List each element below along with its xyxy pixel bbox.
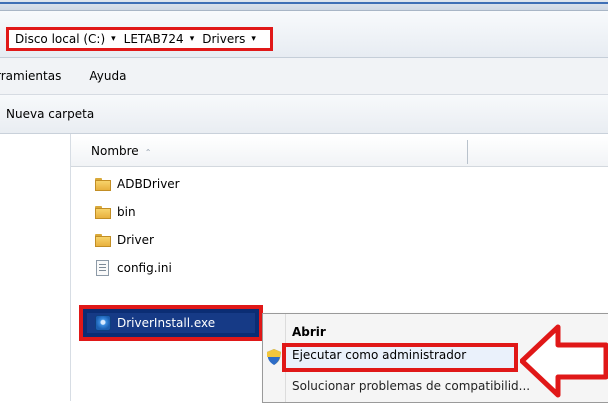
- menu-bar: rramientas Ayuda: [0, 58, 608, 95]
- file-name: DriverInstall.exe: [117, 316, 216, 330]
- menu-item-herramientas[interactable]: rramientas: [0, 69, 61, 83]
- list-item[interactable]: ADBDriver: [95, 170, 395, 198]
- breadcrumb-item-disco-local[interactable]: Disco local (C:) ▾: [15, 32, 116, 46]
- column-divider[interactable]: [467, 140, 468, 164]
- file-name: ADBDriver: [117, 177, 180, 191]
- title-accent-line: [0, 2, 608, 4]
- list-item[interactable]: bin: [95, 198, 395, 226]
- column-header-label: Nombre: [91, 144, 139, 158]
- breadcrumb-label: LETAB724: [123, 32, 184, 46]
- context-menu-run-as-admin[interactable]: Ejecutar como administrador: [292, 348, 466, 362]
- list-item[interactable]: config.ini: [95, 254, 395, 282]
- menu-item-ayuda[interactable]: Ayuda: [89, 69, 126, 83]
- folder-icon: [95, 233, 111, 247]
- file-name: config.ini: [117, 261, 172, 275]
- breadcrumb[interactable]: Disco local (C:) ▾ LETAB724 ▾ Drivers ▾: [6, 27, 273, 51]
- file-list: ADBDriver bin Driver config.ini: [95, 170, 395, 282]
- shield-icon: [267, 349, 281, 365]
- file-name: bin: [117, 205, 136, 219]
- breadcrumb-label: Drivers: [202, 32, 246, 46]
- context-menu-troubleshoot-compatibility[interactable]: Solucionar problemas de compatibilid...: [292, 379, 530, 393]
- folder-icon: [95, 177, 111, 191]
- column-header-row: Nombre ⌃: [71, 136, 608, 167]
- sort-up-icon: ⌃: [144, 148, 152, 157]
- window-top-strip: [0, 0, 608, 11]
- breadcrumb-item-letab724[interactable]: LETAB724 ▾: [124, 32, 195, 46]
- selected-file-row[interactable]: DriverInstall.exe: [79, 305, 263, 341]
- breadcrumb-label: Disco local (C:): [15, 32, 106, 46]
- file-name: Driver: [117, 233, 154, 247]
- command-toolbar: Nueva carpeta: [0, 95, 608, 134]
- left-arrow-annotation-icon: [520, 324, 608, 398]
- context-menu-open[interactable]: Abrir: [292, 325, 326, 339]
- list-item[interactable]: Driver: [95, 226, 395, 254]
- chevron-down-icon[interactable]: ▾: [251, 34, 256, 44]
- ini-file-icon: [96, 260, 109, 276]
- column-header-name[interactable]: Nombre ⌃: [91, 144, 151, 158]
- chevron-down-icon[interactable]: ▾: [190, 34, 195, 44]
- exe-icon: [95, 315, 111, 331]
- chevron-down-icon[interactable]: ▾: [111, 34, 116, 44]
- selected-file-highlight: DriverInstall.exe: [87, 313, 255, 333]
- folder-icon: [95, 205, 111, 219]
- navigation-pane[interactable]: [0, 134, 71, 401]
- address-bar[interactable]: Disco local (C:) ▾ LETAB724 ▾ Drivers ▾: [0, 11, 608, 58]
- breadcrumb-item-drivers[interactable]: Drivers ▾: [202, 32, 256, 46]
- new-folder-button[interactable]: Nueva carpeta: [6, 107, 94, 121]
